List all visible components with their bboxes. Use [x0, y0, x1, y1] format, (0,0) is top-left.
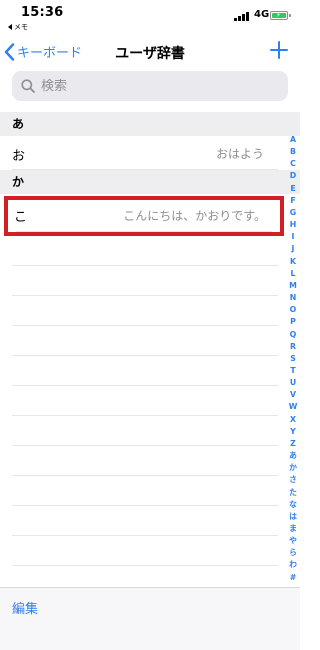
empty-row: [0, 356, 300, 386]
status-time: 15:36: [21, 5, 64, 20]
index-letter[interactable]: E: [286, 183, 300, 195]
empty-row: [0, 386, 300, 416]
back-triangle-icon: [8, 24, 12, 30]
index-letter[interactable]: ま: [286, 523, 300, 535]
index-letter[interactable]: た: [286, 487, 300, 499]
empty-row: [0, 326, 300, 356]
index-letter[interactable]: さ: [286, 474, 300, 486]
empty-row: [0, 266, 300, 296]
index-letter[interactable]: Q: [286, 329, 300, 341]
bottom-toolbar: 編集: [0, 587, 300, 650]
index-letter[interactable]: は: [286, 511, 300, 523]
index-letter[interactable]: G: [286, 207, 300, 219]
index-letter[interactable]: #: [286, 572, 300, 584]
index-letter[interactable]: M: [286, 280, 300, 292]
entry-reading: こ: [14, 210, 28, 225]
index-letter[interactable]: ら: [286, 547, 300, 559]
index-letter[interactable]: V: [286, 389, 300, 401]
index-letter[interactable]: K: [286, 256, 300, 268]
empty-row: [0, 506, 300, 536]
search-field[interactable]: [12, 71, 288, 101]
cellular-signal-icon: [234, 12, 250, 21]
index-letter[interactable]: H: [286, 219, 300, 231]
edit-button[interactable]: 編集: [12, 598, 38, 617]
list-item-highlighted[interactable]: こ こんにちは、かおりです。: [4, 196, 284, 236]
index-letter[interactable]: J: [286, 243, 300, 255]
index-letter[interactable]: R: [286, 341, 300, 353]
index-letter[interactable]: T: [286, 365, 300, 377]
section-header-a: あ: [0, 112, 300, 136]
page-title: ユーザ辞書: [115, 46, 185, 62]
index-letter[interactable]: Y: [286, 426, 300, 438]
index-letter[interactable]: か: [286, 462, 300, 474]
entry-reading: お: [12, 149, 26, 164]
index-letter[interactable]: C: [286, 158, 300, 170]
index-letter[interactable]: W: [286, 401, 300, 413]
index-letter[interactable]: や: [286, 535, 300, 547]
index-letter[interactable]: X: [286, 414, 300, 426]
empty-row: [0, 446, 300, 476]
battery-icon: ⚡: [270, 11, 288, 20]
empty-row: [0, 236, 300, 266]
search-input[interactable]: [41, 78, 261, 94]
index-letter[interactable]: N: [286, 292, 300, 304]
battery-cap: [289, 14, 291, 17]
network-type: 4G: [254, 9, 270, 20]
navigation-bar: キーボード ユーザ辞書: [0, 34, 300, 72]
section-header-ka: か: [0, 170, 300, 194]
empty-row: [0, 476, 300, 506]
index-letter[interactable]: I: [286, 231, 300, 243]
entry-word: こんにちは、かおりです。: [123, 209, 266, 223]
index-letter[interactable]: L: [286, 268, 300, 280]
index-letter[interactable]: あ: [286, 450, 300, 462]
empty-row: [0, 296, 300, 326]
index-letter[interactable]: A: [286, 134, 300, 146]
back-to-app-link[interactable]: メモ: [8, 22, 28, 32]
index-letter[interactable]: Z: [286, 438, 300, 450]
search-icon: [21, 79, 35, 93]
index-letter[interactable]: な: [286, 499, 300, 511]
section-index[interactable]: A B C D E F G H I J K L M N O P Q R S T U V W X Y Z あかさたなはまやらわ #: [286, 134, 300, 584]
index-letter[interactable]: F: [286, 195, 300, 207]
add-icon[interactable]: [269, 40, 289, 60]
entry-word: おはよう: [215, 147, 264, 161]
index-letter[interactable]: B: [286, 146, 300, 158]
dictionary-list: あ お おはよう か こ こんにちは、かおりです。: [0, 112, 300, 566]
index-letter[interactable]: D: [286, 170, 300, 182]
charging-bolt-icon: ⚡: [276, 11, 281, 19]
index-letter[interactable]: U: [286, 377, 300, 389]
index-letter[interactable]: わ: [286, 559, 300, 571]
index-letter[interactable]: P: [286, 316, 300, 328]
back-app-label: メモ: [14, 23, 28, 31]
empty-row: [0, 416, 300, 446]
list-item[interactable]: お おはよう: [0, 136, 300, 170]
status-bar: 15:36 メモ 4G ⚡: [0, 0, 300, 32]
index-letter[interactable]: S: [286, 353, 300, 365]
index-letter[interactable]: O: [286, 304, 300, 316]
empty-row: [0, 536, 300, 566]
